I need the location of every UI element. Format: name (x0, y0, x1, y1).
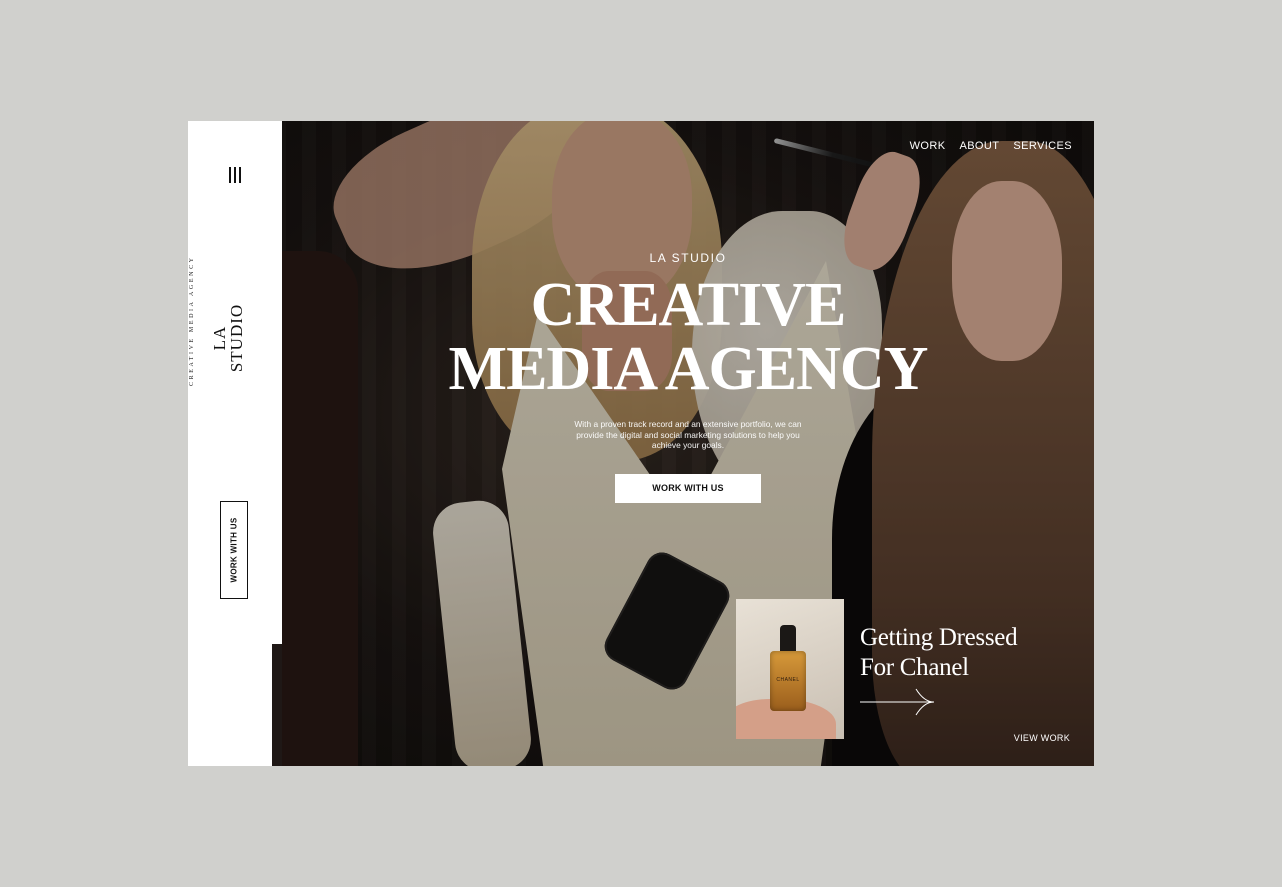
hamburger-menu-icon[interactable] (228, 167, 242, 183)
logo[interactable]: LA STUDIO CREATIVE MEDIA AGENCY (189, 255, 266, 411)
sidebar: LA STUDIO CREATIVE MEDIA AGENCY WORK WIT… (188, 121, 282, 766)
hero-content: LA STUDIO CREATIVE MEDIA AGENCY With a p… (438, 251, 938, 503)
logo-line-1: LA (210, 325, 229, 351)
view-work-link[interactable]: VIEW WORK (1014, 733, 1070, 743)
feature-title-line-1: Getting Dressed (860, 624, 1018, 651)
headline-line-1: CREATIVE (530, 271, 847, 339)
sidebar-work-with-us-button[interactable]: WORK WITH US (220, 501, 248, 599)
arrow-right-icon[interactable] (860, 687, 938, 717)
hero-headline: CREATIVE MEDIA AGENCY (438, 273, 938, 401)
website-frame: LA STUDIO CREATIVE MEDIA AGENCY WORK WIT… (188, 121, 1094, 766)
sidebar-edge (272, 644, 282, 766)
hero-subtext: With a proven track record and an extens… (574, 419, 802, 450)
sidebar-cta-label: WORK WITH US (229, 517, 239, 583)
headline-line-2: MEDIA AGENCY (448, 335, 929, 403)
hero-eyebrow: LA STUDIO (649, 251, 727, 265)
feature-title-line-2: For Chanel (860, 654, 969, 681)
nav-services[interactable]: SERVICES (1013, 140, 1072, 152)
bottle-label: CHANEL (776, 677, 800, 683)
top-nav: WORK ABOUT SERVICES (910, 140, 1072, 152)
nav-about[interactable]: ABOUT (959, 140, 999, 152)
bottle-cap (780, 625, 796, 653)
work-with-us-button[interactable]: WORK WITH US (615, 473, 761, 503)
logo-line-2: STUDIO (227, 303, 246, 373)
feature-title[interactable]: Getting Dressed For Chanel (860, 623, 1080, 683)
logo-tagline: CREATIVE MEDIA AGENCY (189, 255, 195, 386)
logo-wordmark: LA STUDIO (210, 294, 246, 382)
feature-thumbnail[interactable]: CHANEL (736, 599, 844, 739)
nav-work[interactable]: WORK (910, 140, 946, 152)
